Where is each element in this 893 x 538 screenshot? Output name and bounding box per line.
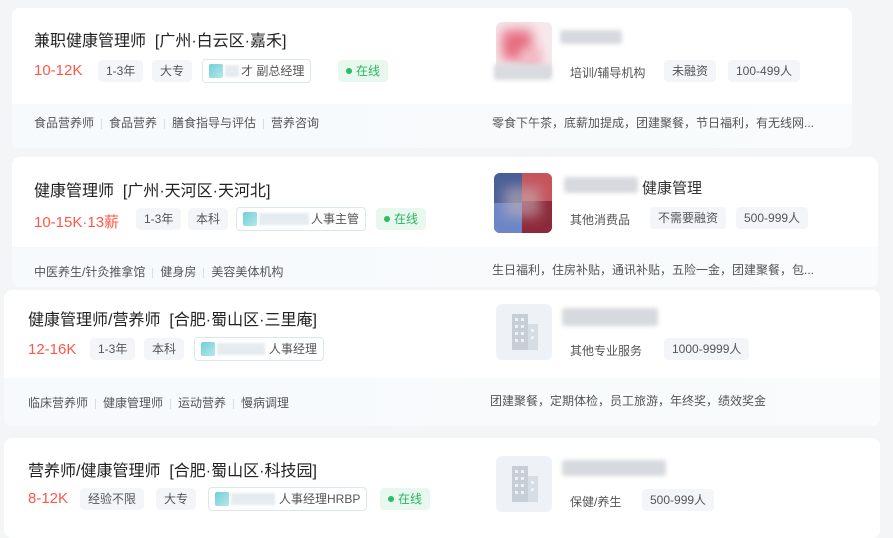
education-tag: 本科 bbox=[144, 338, 185, 360]
company-benefits: 生日福利，住房补贴，通讯补贴，五险一金，团建聚餐，包... bbox=[492, 263, 815, 277]
building-icon bbox=[512, 314, 538, 350]
skill-tags: 临床营养师 健康管理师 运动营养 慢病调理 bbox=[28, 396, 290, 410]
job-card[interactable]: 营养师/健康管理师 [合肥·蜀山区·科技园] 8-12K 经验不限 大专 人事经… bbox=[4, 438, 880, 538]
building-icon bbox=[512, 466, 538, 502]
company-logo[interactable] bbox=[494, 173, 552, 233]
recruiter-avatar bbox=[243, 212, 257, 226]
job-title[interactable]: 营养师/健康管理师 [合肥·蜀山区·科技园] bbox=[28, 457, 317, 481]
online-status-badge: 在线 bbox=[376, 208, 427, 230]
company-industry: 其他专业服务 bbox=[570, 344, 643, 358]
company-industry: 培训/辅导机构 bbox=[570, 66, 646, 80]
recruiter-name-blurred bbox=[217, 343, 265, 355]
skill-tags: 中医养生/针灸推拿馆 健身房 美容美体机构 bbox=[34, 265, 284, 279]
education-tag: 本科 bbox=[188, 208, 229, 230]
recruiter-badge[interactable]: 人事经理 bbox=[194, 337, 325, 361]
salary: 8-12K bbox=[28, 490, 69, 507]
salary: 12-16K bbox=[28, 341, 77, 358]
recruiter-badge[interactable]: 才 副总经理 bbox=[202, 59, 312, 83]
salary: 10-12K bbox=[34, 62, 83, 79]
online-dot-icon bbox=[384, 216, 390, 222]
company-name-blurred[interactable] bbox=[562, 308, 658, 326]
recruiter-avatar bbox=[209, 64, 223, 78]
company-industry: 其他消费品 bbox=[570, 213, 631, 227]
job-location: [广州·天河区·天河北] bbox=[122, 183, 271, 200]
experience-tag: 1-3年 bbox=[98, 60, 144, 82]
salary: 10-15K·13薪 bbox=[34, 214, 120, 231]
skill-tags: 食品营养师 食品营养 膳食指导与评估 营养咨询 bbox=[34, 116, 320, 130]
job-title[interactable]: 兼职健康管理师 [广州·白云区·嘉禾] bbox=[34, 27, 286, 51]
recruiter-name-blurred bbox=[225, 65, 239, 77]
recruiter-name-blurred bbox=[231, 493, 275, 505]
online-dot-icon bbox=[388, 496, 394, 502]
job-location: [合肥·蜀山区·科技园] bbox=[169, 463, 317, 480]
online-dot-icon bbox=[346, 68, 352, 74]
company-name-blurred[interactable] bbox=[564, 177, 638, 193]
recruiter-avatar bbox=[215, 492, 229, 506]
education-tag: 大专 bbox=[152, 60, 193, 82]
company-size: 100-499人 bbox=[728, 60, 801, 82]
education-tag: 大专 bbox=[156, 488, 197, 510]
company-industry: 保健/养生 bbox=[570, 495, 622, 509]
recruiter-badge[interactable]: 人事主管 bbox=[236, 207, 367, 231]
online-status-badge: 在线 bbox=[338, 60, 389, 82]
company-size: 500-999人 bbox=[642, 489, 715, 511]
experience-tag: 经验不限 bbox=[80, 488, 145, 510]
recruiter-name-blurred bbox=[259, 213, 309, 225]
company-benefits: 零食下午茶，底薪加提成，团建聚餐，节日福利，有无线网... bbox=[492, 116, 815, 130]
company-size: 1000-9999人 bbox=[664, 338, 750, 360]
job-location: [合肥·蜀山区·三里庵] bbox=[169, 312, 317, 329]
company-name-visible[interactable]: 健康管理 bbox=[642, 177, 702, 198]
company-logo-placeholder[interactable] bbox=[496, 456, 552, 512]
experience-tag: 1-3年 bbox=[136, 208, 182, 230]
job-card[interactable]: 兼职健康管理师 [广州·白云区·嘉禾] 10-12K 1-3年 大专 才 副总经… bbox=[12, 8, 852, 148]
company-size: 500-999人 bbox=[736, 207, 809, 229]
job-card[interactable]: 健康管理师/营养师 [合肥·蜀山区·三里庵] 12-16K 1-3年 本科 人事… bbox=[4, 290, 880, 426]
company-name-blurred[interactable] bbox=[560, 30, 622, 44]
company-name-blurred[interactable] bbox=[562, 460, 666, 476]
recruiter-badge[interactable]: 人事经理HRBP bbox=[208, 487, 368, 511]
job-title[interactable]: 健康管理师/营养师 [合肥·蜀山区·三里庵] bbox=[28, 306, 317, 330]
company-funding: 不需要融资 bbox=[650, 207, 727, 229]
online-status-badge: 在线 bbox=[380, 488, 431, 510]
recruiter-avatar bbox=[201, 342, 215, 356]
company-logo-placeholder[interactable] bbox=[496, 304, 552, 360]
job-location: [广州·白云区·嘉禾] bbox=[154, 33, 287, 50]
experience-tag: 1-3年 bbox=[90, 338, 136, 360]
job-card[interactable]: 健康管理师 [广州·天河区·天河北] 10-15K·13薪 1-3年 本科 人事… bbox=[12, 157, 878, 287]
job-title[interactable]: 健康管理师 [广州·天河区·天河北] bbox=[34, 177, 270, 201]
company-extra-blurred bbox=[494, 64, 552, 80]
company-funding: 未融资 bbox=[664, 60, 717, 82]
company-benefits: 团建聚餐，定期体检，员工旅游，年终奖，绩效奖金 bbox=[490, 394, 767, 408]
